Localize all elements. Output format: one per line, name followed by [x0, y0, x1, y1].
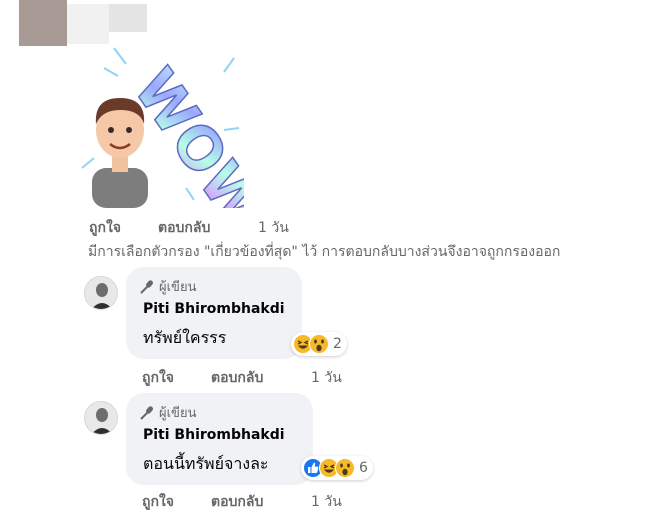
author-badge-label: ผู้เขียน	[159, 406, 197, 421]
comment-bubble: ผู้เขียน Piti Bhirombhakdi ตอนนี้ทรัพย์จ…	[126, 393, 313, 485]
author-badge: ผู้เขียน	[140, 276, 196, 297]
avatar[interactable]	[84, 276, 118, 310]
microphone-icon	[140, 405, 153, 420]
author-name[interactable]: Piti Bhirombhakdi	[143, 301, 285, 317]
reply-link[interactable]: ตอบกลับ	[158, 217, 210, 239]
reply-actions: ถูกใจ ตอบกลับ 1 วัน	[0, 367, 664, 387]
filter-notice: มีการเลือกตัวกรอง "เกี่ยวข้องที่สุด" ไว้…	[88, 244, 561, 260]
comment-text: ทรัพย์ใครรร	[143, 328, 227, 347]
reply-link[interactable]: ตอบกลับ	[211, 367, 263, 389]
reaction-summary[interactable]: 6	[301, 456, 373, 480]
microphone-icon	[140, 279, 153, 294]
top-comment-actions: ถูกใจ ตอบกลับ 1 วัน	[0, 217, 664, 237]
timestamp[interactable]: 1 วัน	[258, 217, 289, 239]
wow-sticker: WOW	[74, 38, 279, 241]
author-name[interactable]: Piti Bhirombhakdi	[143, 427, 285, 443]
reply-actions: ถูกใจ ตอบกลับ 1 วัน	[0, 491, 664, 511]
avatar[interactable]	[84, 401, 118, 435]
wow-reaction-icon	[309, 334, 329, 354]
comment-text: ตอนนี้ทรัพย์จางละ	[143, 454, 269, 473]
blurred-avatar[interactable]	[19, 0, 67, 46]
comment-bubble: ผู้เขียน Piti Bhirombhakdi ทรัพย์ใครรร	[126, 267, 302, 359]
like-link[interactable]: ถูกใจ	[142, 367, 174, 389]
author-badge: ผู้เขียน	[140, 402, 196, 423]
reaction-count: 6	[359, 460, 368, 476]
cut-off-next-row	[0, 510, 664, 516]
blurred-name	[109, 4, 147, 32]
reaction-count: 2	[333, 336, 342, 352]
wow-reaction-icon	[335, 458, 355, 478]
reaction-summary[interactable]: 2	[291, 332, 347, 356]
timestamp[interactable]: 1 วัน	[311, 367, 342, 389]
author-badge-label: ผู้เขียน	[159, 280, 197, 295]
like-link[interactable]: ถูกใจ	[89, 217, 121, 239]
